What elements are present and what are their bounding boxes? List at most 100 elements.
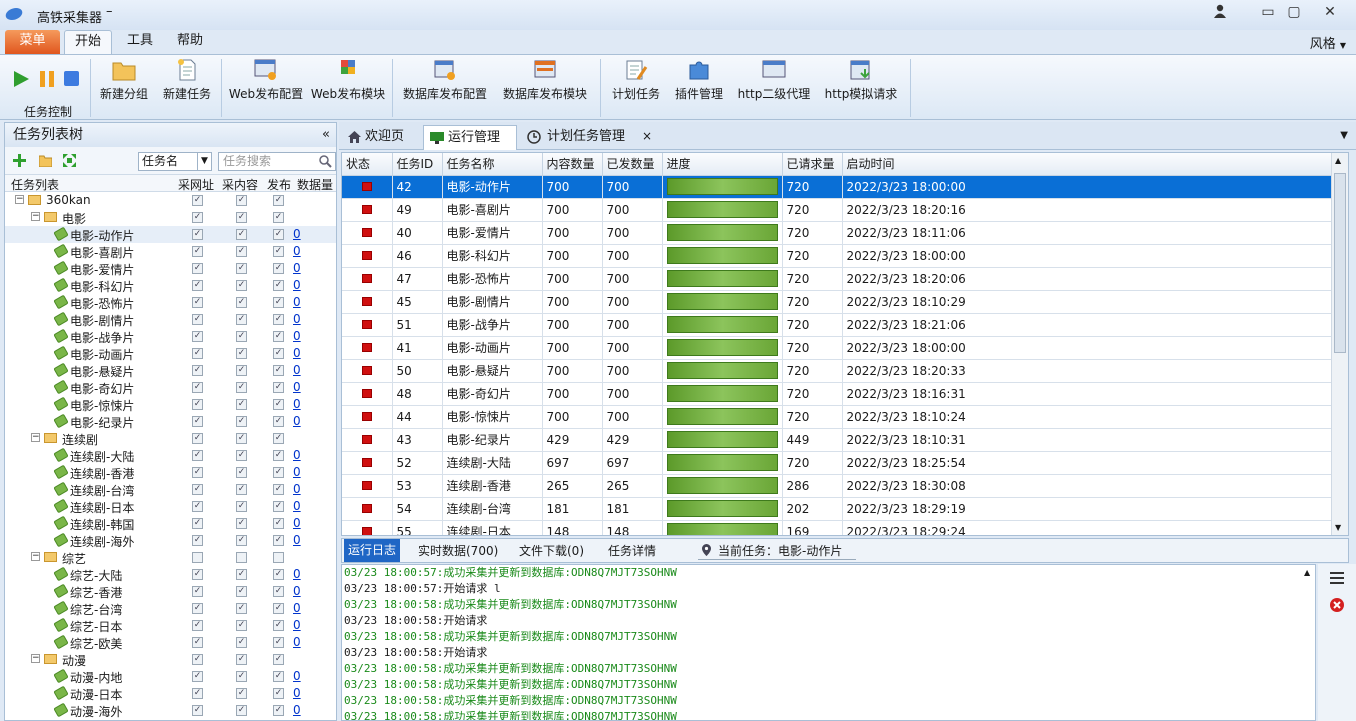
collect-url-checkbox[interactable]: ✓ <box>192 603 203 614</box>
collapse-toggle-icon[interactable]: − <box>31 212 40 221</box>
collect-url-checkbox[interactable]: ✓ <box>192 501 203 512</box>
tree-task-item[interactable]: 综艺-台湾 ✓ ✓ ✓ 0 <box>5 600 336 617</box>
table-row[interactable]: 50 电影-悬疑片 700 700 720 2022/3/23 18:20:33 <box>342 359 1332 383</box>
publish-checkbox[interactable]: ✓ <box>273 671 284 682</box>
tree-group[interactable]: − 动漫 ✓ ✓ ✓ <box>5 651 336 668</box>
data-count-link[interactable]: 0 <box>293 363 301 377</box>
collect-url-checkbox[interactable]: ✓ <box>192 467 203 478</box>
collect-content-checkbox[interactable]: ✓ <box>236 229 247 240</box>
tree-task-item[interactable]: 电影-喜剧片 ✓ ✓ ✓ 0 <box>5 243 336 260</box>
collect-url-checkbox[interactable]: ✓ <box>192 688 203 699</box>
stop-icon[interactable] <box>64 71 79 86</box>
start-icon[interactable] <box>14 71 29 87</box>
data-count-link[interactable]: 0 <box>293 397 301 411</box>
collect-url-checkbox[interactable]: ✓ <box>192 365 203 376</box>
collect-content-checkbox[interactable]: ✓ <box>236 654 247 665</box>
collect-content-checkbox[interactable]: ✓ <box>236 688 247 699</box>
data-count-link[interactable]: 0 <box>293 380 301 394</box>
tree-task-item[interactable]: 电影-剧情片 ✓ ✓ ✓ 0 <box>5 311 336 328</box>
collapse-panel-icon[interactable]: « <box>322 123 330 147</box>
table-row[interactable]: 47 电影-恐怖片 700 700 720 2022/3/23 18:20:06 <box>342 267 1332 291</box>
collect-url-checkbox[interactable]: ✓ <box>192 382 203 393</box>
add-icon[interactable] <box>13 154 26 167</box>
data-count-link[interactable]: 0 <box>293 601 301 615</box>
table-row[interactable]: 45 电影-剧情片 700 700 720 2022/3/23 18:10:29 <box>342 290 1332 314</box>
collect-url-checkbox[interactable]: ✓ <box>192 195 203 206</box>
publish-checkbox[interactable]: ✓ <box>273 501 284 512</box>
clear-log-icon[interactable] <box>1330 598 1344 612</box>
tab-list-dropdown-icon[interactable]: ▼ <box>1340 130 1348 141</box>
grid-column-header[interactable]: 进度 <box>662 153 783 176</box>
collect-url-checkbox[interactable]: ✓ <box>192 348 203 359</box>
user-icon[interactable] <box>1208 4 1232 22</box>
tree-task-item[interactable]: 综艺-大陆 ✓ ✓ ✓ 0 <box>5 566 336 583</box>
table-row[interactable]: 48 电影-奇幻片 700 700 720 2022/3/23 18:16:31 <box>342 382 1332 406</box>
data-count-link[interactable]: 0 <box>293 448 301 462</box>
data-count-link[interactable]: 0 <box>293 329 301 343</box>
publish-checkbox[interactable]: ✓ <box>273 467 284 478</box>
table-row[interactable]: 51 电影-战争片 700 700 720 2022/3/23 18:21:06 <box>342 313 1332 337</box>
collect-content-checkbox[interactable]: ✓ <box>236 195 247 206</box>
collect-url-checkbox[interactable]: ✓ <box>192 671 203 682</box>
collect-content-checkbox[interactable]: ✓ <box>236 535 247 546</box>
data-count-link[interactable]: 0 <box>293 584 301 598</box>
data-count-link[interactable]: 0 <box>293 295 301 309</box>
data-count-link[interactable]: 0 <box>293 346 301 360</box>
data-count-link[interactable]: 0 <box>293 533 301 547</box>
collect-url-checkbox[interactable]: ✓ <box>192 535 203 546</box>
collect-content-checkbox[interactable]: ✓ <box>236 348 247 359</box>
collect-url-checkbox[interactable]: ✓ <box>192 569 203 580</box>
http-simulate-button[interactable]: http模拟请求 <box>820 59 902 109</box>
grid-column-header[interactable]: 已请求量 <box>782 153 843 176</box>
collect-url-checkbox[interactable] <box>192 552 203 563</box>
collect-url-checkbox[interactable]: ✓ <box>192 263 203 274</box>
close-tab-icon[interactable]: × <box>642 129 652 143</box>
log-scroll-up-icon[interactable]: ▲ <box>1304 568 1310 577</box>
tree-task-item[interactable]: 动漫-内地 ✓ ✓ ✓ 0 <box>5 668 336 685</box>
tree-task-item[interactable]: 电影-动作片 ✓ ✓ ✓ 0 <box>5 226 336 243</box>
table-row[interactable]: 49 电影-喜剧片 700 700 720 2022/3/23 18:20:16 <box>342 198 1332 222</box>
table-row[interactable]: 52 连续剧-大陆 697 697 720 2022/3/23 18:25:54 <box>342 451 1332 475</box>
table-row[interactable]: 46 电影-科幻片 700 700 720 2022/3/23 18:00:00 <box>342 244 1332 268</box>
tree-task-item[interactable]: 综艺-欧美 ✓ ✓ ✓ 0 <box>5 634 336 651</box>
tree-task-item[interactable]: 连续剧-海外 ✓ ✓ ✓ 0 <box>5 532 336 549</box>
publish-checkbox[interactable]: ✓ <box>273 569 284 580</box>
data-count-link[interactable]: 0 <box>293 618 301 632</box>
collect-url-checkbox[interactable]: ✓ <box>192 212 203 223</box>
folder-icon[interactable] <box>39 154 52 167</box>
tree-task-item[interactable]: 电影-纪录片 ✓ ✓ ✓ 0 <box>5 413 336 430</box>
collect-content-checkbox[interactable]: ✓ <box>236 331 247 342</box>
tree-task-item[interactable]: 连续剧-大陆 ✓ ✓ ✓ 0 <box>5 447 336 464</box>
tree-task-item[interactable]: 连续剧-台湾 ✓ ✓ ✓ 0 <box>5 481 336 498</box>
tab-start[interactable]: 开始 <box>64 30 112 54</box>
tab-file-download[interactable]: 文件下载(0) <box>519 542 584 559</box>
task-search-input[interactable]: 任务搜索 <box>218 152 336 171</box>
new-group-button[interactable]: 新建分组 <box>96 59 152 109</box>
tab-run-management[interactable]: 运行管理 <box>423 125 517 150</box>
data-count-link[interactable]: 0 <box>293 414 301 428</box>
tree-task-item[interactable]: 连续剧-日本 ✓ ✓ ✓ 0 <box>5 498 336 515</box>
collect-content-checkbox[interactable]: ✓ <box>236 263 247 274</box>
collapse-toggle-icon[interactable]: − <box>31 654 40 663</box>
publish-checkbox[interactable]: ✓ <box>273 246 284 257</box>
publish-checkbox[interactable]: ✓ <box>273 535 284 546</box>
tab-help[interactable]: 帮助 <box>168 30 212 54</box>
tree-task-item[interactable]: 电影-科幻片 ✓ ✓ ✓ 0 <box>5 277 336 294</box>
data-count-link[interactable]: 0 <box>293 244 301 258</box>
data-count-link[interactable]: 0 <box>293 465 301 479</box>
publish-checkbox[interactable]: ✓ <box>273 314 284 325</box>
table-row[interactable]: 42 电影-动作片 700 700 720 2022/3/23 18:00:00 <box>342 175 1332 199</box>
collect-url-checkbox[interactable]: ✓ <box>192 416 203 427</box>
collect-content-checkbox[interactable]: ✓ <box>236 246 247 257</box>
tree-group[interactable]: − 综艺 <box>5 549 336 566</box>
collect-content-checkbox[interactable]: ✓ <box>236 467 247 478</box>
collect-content-checkbox[interactable]: ✓ <box>236 416 247 427</box>
publish-checkbox[interactable]: ✓ <box>273 620 284 631</box>
grid-column-header[interactable]: 内容数量 <box>542 153 603 176</box>
grid-column-header[interactable]: 启动时间 <box>842 153 1332 176</box>
collapse-toggle-icon[interactable]: − <box>31 552 40 561</box>
data-count-link[interactable]: 0 <box>293 567 301 581</box>
publish-checkbox[interactable] <box>273 552 284 563</box>
tree-task-item[interactable]: 综艺-香港 ✓ ✓ ✓ 0 <box>5 583 336 600</box>
table-row[interactable]: 44 电影-惊悚片 700 700 720 2022/3/23 18:10:24 <box>342 405 1332 429</box>
